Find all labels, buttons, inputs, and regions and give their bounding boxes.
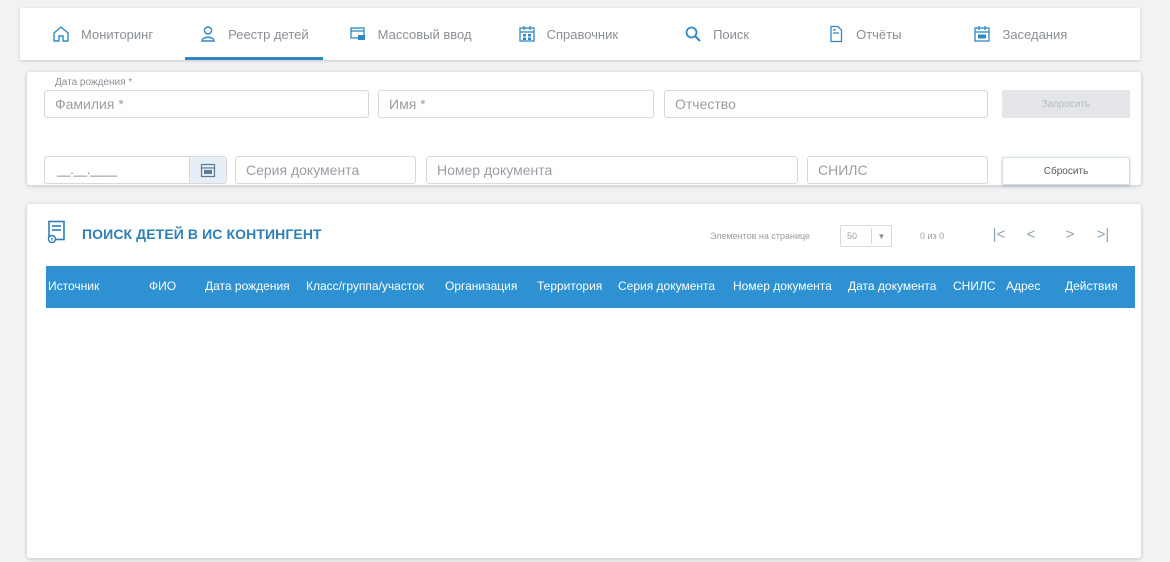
top-navigation: Мониторинг Реестр детей Массовый ввод Сп…	[20, 8, 1140, 60]
pager-count: 0 из 0	[920, 231, 945, 241]
nav-item-reports[interactable]: Отчёты	[827, 8, 901, 60]
list-document-icon	[46, 220, 68, 244]
column-header-snils[interactable]: СНИЛС	[953, 279, 996, 293]
nav-item-label: Реестр детей	[228, 26, 309, 42]
per-page-select[interactable]: 50 ▼	[840, 225, 892, 247]
name-field[interactable]: Имя *	[378, 90, 654, 118]
results-table-header: Источник ФИО Дата рождения Класс/группа/…	[46, 266, 1135, 308]
nav-item-monitoring[interactable]: Мониторинг	[52, 8, 153, 60]
snils-placeholder: СНИЛС	[818, 162, 868, 178]
column-header-source[interactable]: Источник	[48, 279, 99, 293]
nav-item-label: Заседания	[1002, 26, 1068, 42]
user-icon	[199, 25, 217, 43]
column-header-doc-series[interactable]: Серия документа	[618, 279, 715, 293]
name-placeholder: Имя *	[389, 96, 426, 112]
patronymic-placeholder: Отчество	[675, 96, 736, 112]
doc-number-placeholder: Номер документа	[437, 162, 553, 178]
reset-button[interactable]: Сбросить	[1002, 157, 1130, 185]
column-header-class-group[interactable]: Класс/группа/участок	[306, 279, 424, 293]
column-header-territory[interactable]: Территория	[537, 279, 602, 293]
home-icon	[52, 25, 70, 43]
results-title: ПОИСК ДЕТЕЙ В ИС КОНТИНГЕНТ	[82, 226, 322, 242]
prev-page-button[interactable]: <	[1022, 226, 1040, 243]
nav-item-label: Мониторинг	[81, 26, 154, 42]
column-header-doc-number[interactable]: Номер документа	[733, 279, 832, 293]
nav-item-label: Справочник	[546, 26, 619, 42]
per-page-value: 50	[847, 231, 858, 241]
calendar-grid-icon	[518, 25, 536, 43]
column-header-organization[interactable]: Организация	[445, 279, 517, 293]
nav-item-children-registry[interactable]: Реестр детей	[185, 8, 323, 60]
column-header-birthdate[interactable]: Дата рождения	[205, 279, 290, 293]
calendar-icon	[973, 25, 991, 43]
doc-number-field[interactable]: Номер документа	[426, 156, 798, 184]
calendar-icon	[200, 163, 216, 178]
birthdate-input[interactable]: __.__.____	[57, 163, 117, 177]
column-header-fio[interactable]: ФИО	[149, 279, 176, 293]
per-page-label: Элементов на странице	[710, 231, 811, 241]
column-header-actions[interactable]: Действия	[1065, 279, 1118, 293]
birthdate-field[interactable]: __.__.____	[44, 156, 227, 184]
nav-item-label: Поиск	[713, 26, 750, 42]
document-icon	[827, 25, 845, 43]
surname-field[interactable]: Фамилия *	[44, 90, 369, 118]
calendar-picker-button[interactable]	[189, 157, 226, 183]
nav-item-label: Массовый ввод	[377, 26, 472, 42]
bulk-input-icon	[349, 25, 367, 43]
column-header-address[interactable]: Адрес	[1006, 279, 1040, 293]
doc-series-field[interactable]: Серия документа	[235, 156, 416, 184]
patronymic-field[interactable]: Отчество	[664, 90, 988, 118]
results-panel: ПОИСК ДЕТЕЙ В ИС КОНТИНГЕНТ Элементов на…	[27, 204, 1141, 558]
nav-item-label: Отчёты	[856, 26, 902, 42]
doc-series-placeholder: Серия документа	[246, 162, 360, 178]
nav-item-bulk-input[interactable]: Массовый ввод	[349, 8, 472, 60]
nav-item-search[interactable]: Поиск	[684, 8, 749, 60]
request-button[interactable]: Запросить	[1002, 90, 1130, 118]
nav-item-reference[interactable]: Справочник	[518, 8, 619, 60]
birthdate-label: Дата рождения *	[53, 77, 135, 88]
search-icon	[684, 25, 702, 43]
surname-placeholder: Фамилия *	[55, 96, 124, 112]
last-page-button[interactable]: >|	[1094, 226, 1112, 243]
nav-item-meetings[interactable]: Заседания	[973, 8, 1067, 60]
snils-field[interactable]: СНИЛС	[807, 156, 988, 184]
next-page-button[interactable]: >	[1061, 226, 1079, 243]
dropdown-arrow-icon: ▼	[877, 231, 886, 241]
first-page-button[interactable]: |<	[990, 226, 1008, 243]
column-header-doc-date[interactable]: Дата документа	[848, 279, 936, 293]
